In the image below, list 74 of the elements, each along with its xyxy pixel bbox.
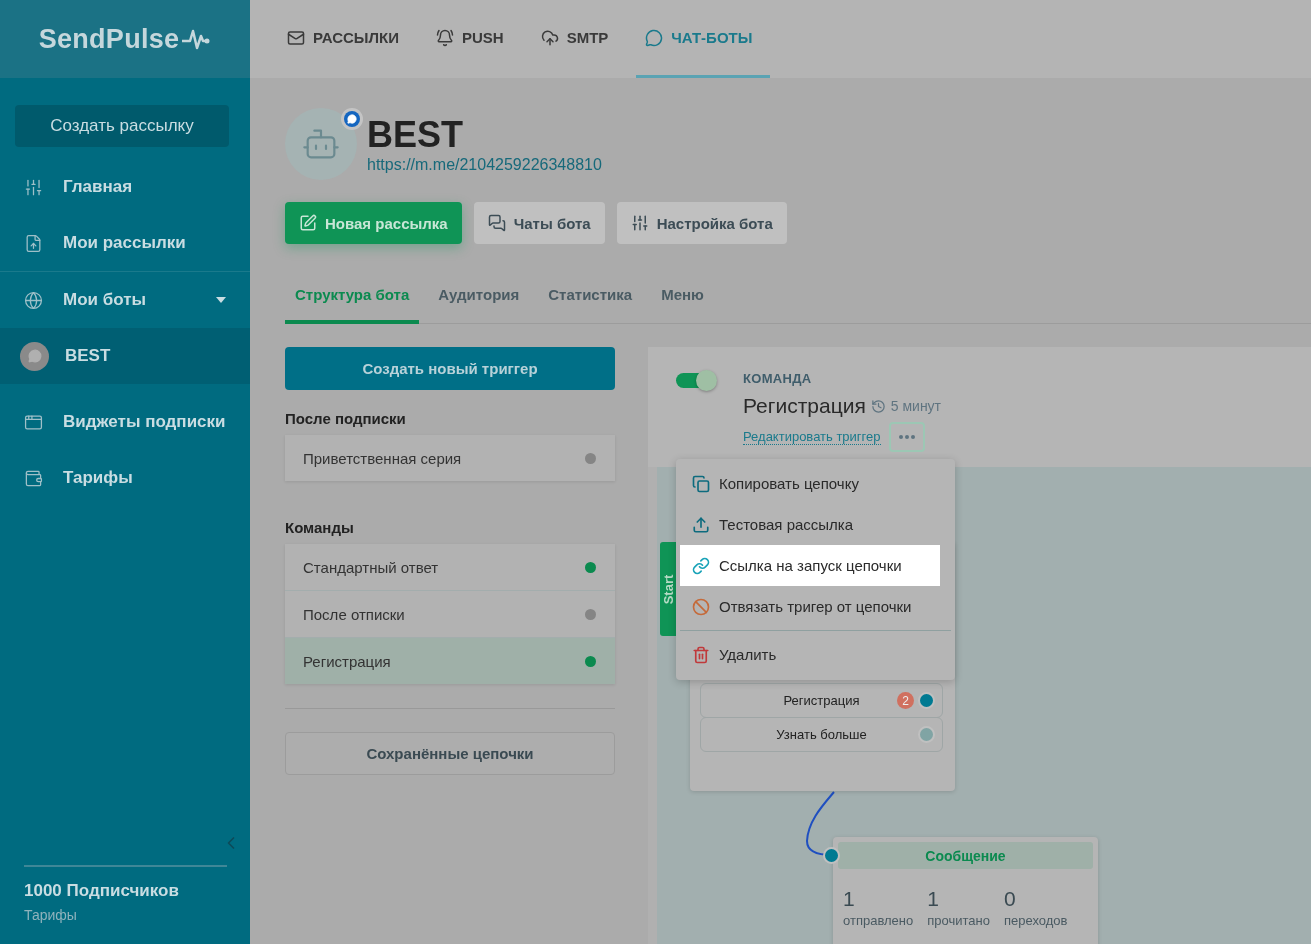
- trigger-item[interactable]: Регистрация: [285, 638, 615, 684]
- menu-item[interactable]: Ссылка на запуск цепочки: [680, 545, 940, 586]
- plans-link[interactable]: Тарифы: [24, 907, 77, 923]
- stat-value: 1: [843, 887, 856, 911]
- sliders-icon: [24, 177, 43, 197]
- trigger-item[interactable]: Приветственная серия: [285, 435, 615, 481]
- saved-chains-button[interactable]: Сохранённые цепочки: [285, 732, 615, 775]
- sidebar-item[interactable]: Мои боты: [0, 272, 250, 328]
- nav-tab[interactable]: РАССЫЛКИ: [287, 0, 417, 78]
- cloud-upload-icon: [540, 28, 559, 47]
- pulse-icon: [181, 28, 212, 50]
- subscribers-count: 1000 Подписчиков: [24, 881, 180, 901]
- history-icon: [870, 398, 886, 414]
- pen-icon: [299, 214, 317, 232]
- trigger-type: КОМАНДА: [743, 371, 813, 386]
- count-badge: 2: [897, 692, 914, 709]
- connector-port[interactable]: [823, 847, 840, 864]
- flow-button[interactable]: Узнать больше: [700, 717, 943, 752]
- chat-icon: [645, 28, 664, 47]
- trigger-name: Регистрация: [743, 394, 866, 418]
- bell-icon: [435, 28, 454, 47]
- link-icon: [692, 556, 710, 575]
- connector-line: [806, 791, 835, 856]
- sidebar-item[interactable]: Мои рассылки: [0, 215, 250, 272]
- stat-value: 1: [927, 887, 940, 911]
- edit-trigger-link[interactable]: Редактировать триггер: [743, 429, 881, 445]
- stat-label: переходов: [1003, 913, 1068, 928]
- mail-icon: [287, 28, 305, 47]
- sidebar-item[interactable]: Главная: [0, 159, 250, 215]
- bot-link[interactable]: https://m.me/2104259226348810: [367, 156, 602, 173]
- trigger-item[interactable]: После отписки: [285, 591, 615, 638]
- wallet-icon: [24, 468, 43, 488]
- chat-bubbles-icon: [487, 214, 506, 232]
- delay-text: 5 минут: [890, 398, 942, 414]
- connector-port[interactable]: [918, 726, 935, 743]
- nav-tab[interactable]: SMTP: [540, 0, 627, 78]
- menu-item[interactable]: Копировать цепочку: [680, 463, 951, 504]
- ellipsis-icon: [898, 435, 915, 439]
- upload-icon: [692, 515, 710, 534]
- forbidden-icon: [692, 597, 710, 616]
- sidebar-item[interactable]: Тарифы: [0, 450, 250, 506]
- sliders-icon: [630, 214, 649, 232]
- tab[interactable]: Статистика: [538, 274, 643, 324]
- connector-port[interactable]: [918, 692, 935, 709]
- tab[interactable]: Аудитория: [428, 274, 530, 324]
- stat-label: отправлено: [843, 913, 914, 928]
- bot-name: BEST: [367, 114, 464, 156]
- tab[interactable]: Меню: [651, 274, 714, 324]
- message-title: Сообщение: [838, 842, 1093, 869]
- menu-item[interactable]: Отвязать тригер от цепочки: [680, 586, 951, 627]
- trigger-item[interactable]: Стандартный ответ: [285, 544, 615, 591]
- create-trigger-button[interactable]: Создать новый триггер: [285, 347, 615, 390]
- trash-icon: [692, 645, 710, 664]
- create-campaign-button[interactable]: Создать рассылку: [15, 105, 229, 147]
- nav-tab[interactable]: PUSH: [435, 0, 522, 78]
- globe-icon: [24, 290, 43, 310]
- sidebar-item[interactable]: BEST: [0, 328, 250, 384]
- sidebar-item[interactable]: Виджеты подписки: [0, 394, 250, 450]
- logo-text: SendPulse: [38, 23, 180, 55]
- menu-item[interactable]: Удалить: [680, 634, 951, 675]
- more-button[interactable]: [888, 422, 925, 452]
- copy-icon: [692, 474, 710, 493]
- stat-label: прочитано: [927, 913, 990, 928]
- action-button[interactable]: Чаты бота: [473, 202, 605, 244]
- action-button[interactable]: Настройка бота: [616, 202, 787, 244]
- avatar-icon: [20, 341, 49, 371]
- action-button[interactable]: Новая рассылка: [285, 202, 462, 244]
- upload-file-icon: [24, 233, 43, 253]
- stat-value: 0: [1003, 887, 1017, 911]
- toggle-switch[interactable]: [676, 373, 716, 388]
- group-title: Команды: [285, 519, 355, 536]
- menu-item[interactable]: Тестовая рассылка: [680, 504, 951, 545]
- group-title: После подписки: [285, 410, 407, 427]
- messenger-icon: [341, 108, 363, 130]
